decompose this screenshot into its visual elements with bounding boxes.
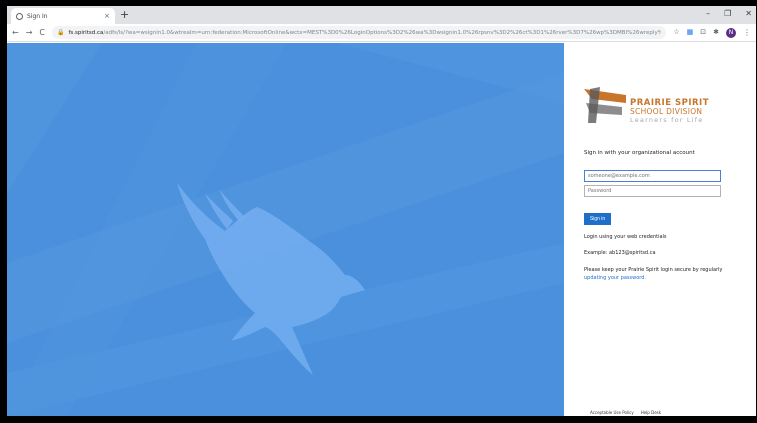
acceptable-use-link[interactable]: Acceptable Use Policy bbox=[590, 410, 634, 415]
address-bar-row: ← → C 🔒 fs.spiritsd.ca /adfs/ls/?wa=wsig… bbox=[7, 24, 756, 42]
puzzle-icon[interactable]: ✱ bbox=[713, 29, 719, 36]
browser-window: Sign In × + – ❐ ✕ ← → C 🔒 fs.spiritsd.ca… bbox=[7, 6, 756, 416]
security-note: Please keep your Prairie Spirit login se… bbox=[584, 266, 744, 282]
tab-title: Sign In bbox=[27, 12, 48, 20]
password-field[interactable] bbox=[584, 185, 721, 197]
credentials-note: Login using your web credentials bbox=[584, 234, 667, 240]
url-host: fs.spiritsd.ca bbox=[68, 29, 104, 36]
example-note: Example: ab123@spiritsd.ca bbox=[584, 250, 656, 256]
logo-tagline: Learners for Life bbox=[630, 116, 704, 124]
url-path: /adfs/ls/?wa=wsignin1.0&wtrealm=urn:fede… bbox=[103, 29, 661, 36]
reload-icon[interactable]: C bbox=[39, 28, 45, 37]
footer: Acceptable Use Policy Help Desk bbox=[590, 410, 661, 415]
background-illustration bbox=[7, 43, 564, 416]
tab-sign-in[interactable]: Sign In × bbox=[11, 8, 115, 24]
eagle-illustration bbox=[7, 43, 564, 416]
window-controls: – ❐ ✕ bbox=[706, 8, 752, 20]
sign-in-button[interactable]: Sign in bbox=[584, 213, 611, 225]
star-icon[interactable]: ☆ bbox=[673, 29, 679, 36]
windows-extension-icon[interactable]: ▦ bbox=[687, 29, 694, 36]
new-tab-button[interactable]: + bbox=[120, 8, 129, 22]
minimize-icon[interactable]: – bbox=[706, 8, 710, 20]
maximize-icon[interactable]: ❐ bbox=[724, 8, 731, 20]
security-note-text: Please keep your Prairie Spirit login se… bbox=[584, 267, 723, 273]
profile-avatar[interactable]: N bbox=[726, 27, 736, 38]
back-icon[interactable]: ← bbox=[12, 28, 19, 37]
tab-bar: Sign In × + – ❐ ✕ bbox=[7, 6, 756, 24]
email-field[interactable] bbox=[584, 170, 721, 182]
logo-line-2: SCHOOL DIVISION bbox=[630, 107, 703, 116]
help-desk-link[interactable]: Help Desk bbox=[641, 410, 661, 415]
extension-icon[interactable]: ⊡ bbox=[700, 29, 706, 36]
url-input[interactable]: 🔒 fs.spiritsd.ca /adfs/ls/?wa=wsignin1.0… bbox=[52, 26, 667, 39]
forward-icon[interactable]: → bbox=[26, 28, 33, 37]
close-icon[interactable]: ✕ bbox=[745, 8, 752, 20]
logo-mark-icon bbox=[584, 87, 626, 123]
sign-in-heading: Sign in with your organizational account bbox=[584, 150, 695, 156]
update-password-link[interactable]: updating your password. bbox=[584, 275, 646, 281]
login-panel: PRAIRIE SPIRIT SCHOOL DIVISION Learners … bbox=[564, 43, 756, 416]
tab-close-icon[interactable]: × bbox=[104, 12, 110, 20]
lock-icon: 🔒 bbox=[57, 29, 65, 36]
globe-icon bbox=[16, 12, 23, 20]
menu-icon[interactable]: ⋮ bbox=[743, 28, 751, 37]
school-logo: PRAIRIE SPIRIT SCHOOL DIVISION Learners … bbox=[582, 85, 712, 125]
